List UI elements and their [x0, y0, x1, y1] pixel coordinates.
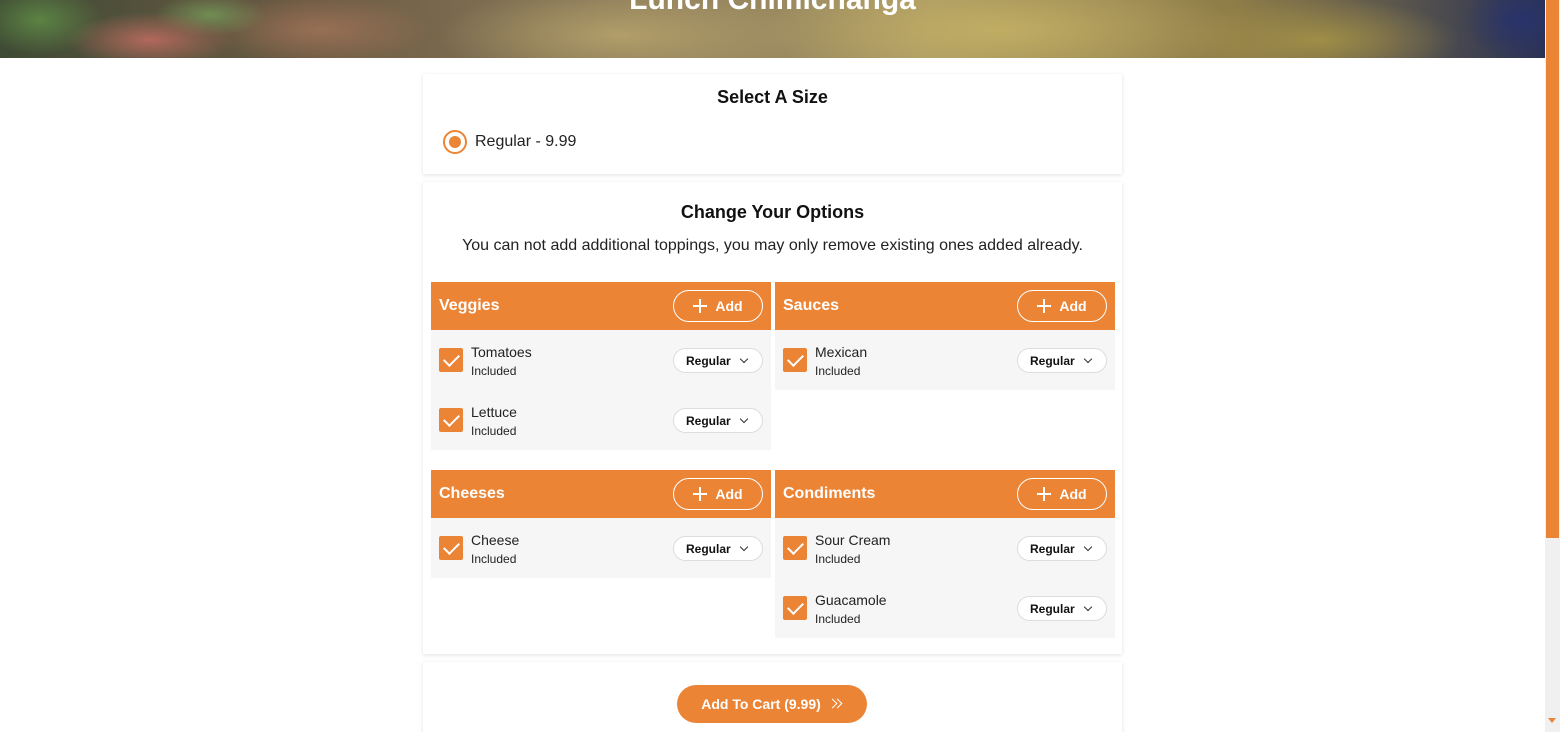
size-option-label[interactable]: Regular - 9.99: [475, 133, 576, 151]
add-sauces-button[interactable]: Add: [1017, 290, 1107, 322]
group-items: Mexican Included Regular: [775, 330, 1115, 390]
chevron-down-icon: [739, 354, 749, 364]
add-label: Add: [715, 298, 743, 314]
group-items: Tomatoes Included Regular Lettuce Includ…: [431, 330, 771, 450]
chevron-down-icon: [1083, 354, 1093, 364]
group-title: Sauces: [783, 297, 840, 314]
group-condiments: Condiments Add Sour Cream Included Regul…: [775, 470, 1115, 638]
item-name: Sour Cream: [815, 532, 891, 548]
portion-select[interactable]: Regular: [1017, 596, 1107, 621]
portion-select[interactable]: Regular: [1017, 348, 1107, 373]
portion-value: Regular: [1030, 541, 1075, 556]
list-item: Mexican Included Regular: [775, 330, 1115, 390]
group-items: Sour Cream Included Regular Guacamole In…: [775, 518, 1115, 638]
cart-card: Add To Cart (9.99): [423, 662, 1122, 732]
add-label: Add: [1059, 298, 1087, 314]
add-veggies-button[interactable]: Add: [673, 290, 763, 322]
group-veggies: Veggies Add Tomatoes Included Regular Le…: [431, 282, 771, 450]
group-title: Veggies: [439, 297, 500, 314]
chevron-down-icon: [1083, 602, 1093, 612]
item-title: Lunch Chimichanga: [0, 0, 1545, 18]
add-to-cart-button[interactable]: Add To Cart (9.99): [677, 685, 867, 723]
list-item: Cheese Included Regular: [431, 518, 771, 578]
portion-value: Regular: [686, 353, 731, 368]
group-title: Cheeses: [439, 485, 505, 502]
add-to-cart-label: Add To Cart (9.99): [701, 696, 821, 712]
item-checkbox-tomatoes[interactable]: [439, 348, 463, 372]
add-label: Add: [715, 486, 743, 502]
item-status: Included: [815, 552, 861, 566]
portion-value: Regular: [1030, 353, 1075, 368]
item-name: Cheese: [471, 532, 520, 548]
portion-select[interactable]: Regular: [673, 536, 763, 561]
group-header: Veggies Add: [431, 282, 771, 330]
list-item: Tomatoes Included Regular: [431, 330, 771, 390]
item-checkbox-sour-cream[interactable]: [783, 536, 807, 560]
portion-select[interactable]: Regular: [673, 348, 763, 373]
list-item: Guacamole Included Regular: [775, 578, 1115, 638]
group-items: Cheese Included Regular: [431, 518, 771, 578]
chevron-down-icon: [739, 414, 749, 424]
add-condiments-button[interactable]: Add: [1017, 478, 1107, 510]
portion-value: Regular: [686, 541, 731, 556]
list-item: Lettuce Included Regular: [431, 390, 771, 450]
page: Lunch Chimichanga Select A Size Regular …: [0, 0, 1560, 732]
plus-icon: [693, 299, 708, 313]
options-card: Change Your Options You can not add addi…: [423, 182, 1122, 654]
item-status: Included: [471, 364, 517, 378]
group-sauces: Sauces Add Mexican Included Regular: [775, 282, 1115, 390]
item-checkbox-guacamole[interactable]: [783, 596, 807, 620]
item-status: Included: [815, 612, 861, 626]
size-heading: Select A Size: [717, 87, 828, 107]
group-header: Cheeses Add: [431, 470, 771, 518]
hero-banner: Lunch Chimichanga: [0, 0, 1545, 58]
item-name: Mexican: [815, 344, 868, 360]
item-status: Included: [471, 424, 517, 438]
plus-icon: [693, 487, 708, 501]
add-label: Add: [1059, 486, 1087, 502]
double-chevron-right-icon: [827, 698, 843, 710]
plus-icon: [1037, 487, 1052, 501]
portion-select[interactable]: Regular: [1017, 536, 1107, 561]
chevron-down-icon: [739, 542, 749, 552]
item-checkbox-lettuce[interactable]: [439, 408, 463, 432]
portion-value: Regular: [1030, 601, 1075, 616]
group-header: Condiments Add: [775, 470, 1115, 518]
options-heading: Change Your Options: [680, 202, 865, 222]
portion-value: Regular: [686, 413, 731, 428]
item-checkbox-cheese[interactable]: [439, 536, 463, 560]
item-name: Lettuce: [471, 404, 517, 420]
item-status: Included: [471, 552, 517, 566]
chevron-down-icon: [1083, 542, 1093, 552]
size-card: Select A Size Regular - 9.99: [423, 74, 1122, 174]
item-status: Included: [815, 364, 861, 378]
plus-icon: [1037, 299, 1052, 313]
size-radio-regular[interactable]: [443, 130, 467, 154]
group-title: Condiments: [783, 485, 876, 502]
portion-select[interactable]: Regular: [673, 408, 763, 433]
add-cheeses-button[interactable]: Add: [673, 478, 763, 510]
list-item: Sour Cream Included Regular: [775, 518, 1115, 578]
item-checkbox-mexican[interactable]: [783, 348, 807, 372]
scrollbar-thumb[interactable]: [1546, 0, 1559, 538]
group-header: Sauces Add: [775, 282, 1115, 330]
group-cheeses: Cheeses Add Cheese Included Regular: [431, 470, 771, 578]
item-name: Tomatoes: [471, 344, 532, 360]
item-name: Guacamole: [815, 592, 887, 608]
scroll-down-arrow-icon[interactable]: [1548, 718, 1556, 723]
options-note: You can not add additional toppings, you…: [462, 237, 1083, 254]
